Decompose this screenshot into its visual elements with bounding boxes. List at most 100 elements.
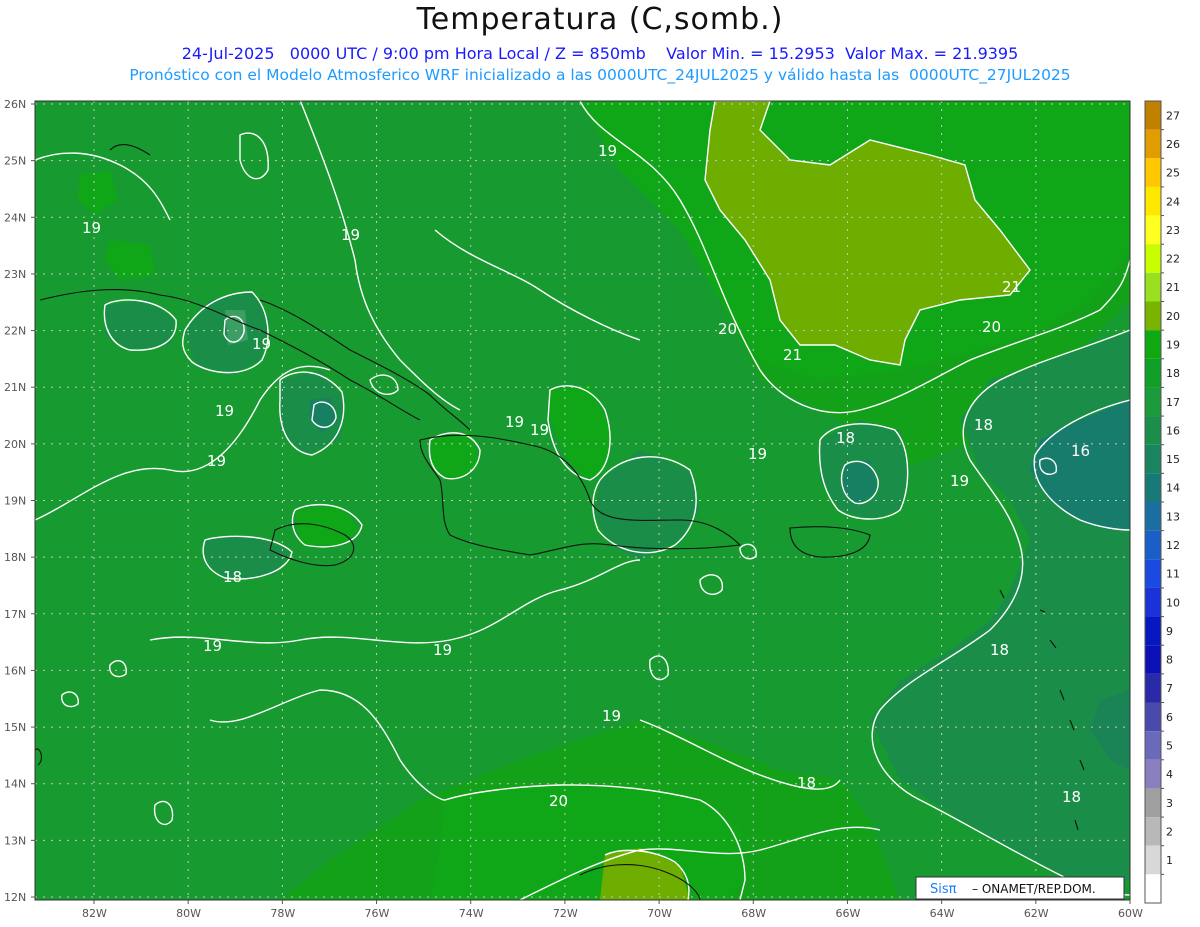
colorbar-label: 7	[1166, 682, 1173, 695]
colorbar-swatch	[1145, 759, 1161, 789]
credit-org: – ONAMET/REP.DOM.	[972, 882, 1096, 896]
colorbar-label: 25	[1166, 167, 1180, 180]
colorbar-swatch	[1145, 330, 1161, 359]
contour-label: 19	[602, 707, 621, 725]
colorbar-swatch	[1145, 416, 1161, 445]
colorbar-swatch	[1145, 215, 1161, 245]
lon-tick-label: 72W	[553, 907, 578, 920]
contour-label: 19	[748, 445, 767, 463]
contour-label: 18	[974, 416, 993, 434]
lon-tick-label: 60W	[1118, 907, 1143, 920]
lat-tick-label: 12N	[4, 891, 26, 904]
contour-label: 19	[215, 402, 234, 420]
colorbar-label: 4	[1166, 768, 1173, 781]
colorbar-swatch	[1145, 101, 1161, 130]
lat-tick-label: 13N	[4, 834, 26, 847]
lat-tick-label: 22N	[4, 325, 26, 338]
colorbar-swatch	[1145, 874, 1161, 903]
colorbar-label: 6	[1166, 711, 1173, 724]
lon-tick-label: 76W	[365, 907, 390, 920]
lat-tick-label: 16N	[4, 664, 26, 677]
colorbar-swatch	[1145, 530, 1161, 560]
contour-label: 21	[783, 346, 802, 364]
colorbar-label: 5	[1166, 739, 1173, 752]
colorbar-swatch	[1145, 158, 1161, 187]
credit-brand: Sisπ	[930, 882, 957, 897]
colorbar-swatch	[1145, 502, 1161, 531]
contour-label: 20	[718, 320, 737, 338]
lon-tick-label: 62W	[1024, 907, 1049, 920]
colorbar-swatch	[1145, 788, 1161, 818]
contour-label: 19	[82, 219, 101, 237]
contour-label: 21	[1002, 278, 1021, 296]
contour-label: 16	[1071, 442, 1090, 460]
colorbar-swatch	[1145, 272, 1161, 302]
colorbar-swatch	[1145, 444, 1161, 474]
colorbar-label: 1	[1166, 854, 1173, 867]
colorbar-swatch	[1145, 817, 1161, 846]
colorbar-swatch	[1145, 387, 1161, 417]
colorbar-swatch	[1145, 645, 1161, 674]
contour-label: 19	[950, 472, 969, 490]
colorbar-label: 17	[1166, 396, 1180, 409]
colorbar-swatch	[1145, 129, 1161, 159]
lat-tick-label: 23N	[4, 268, 26, 281]
contour-label: 20	[549, 792, 568, 810]
colorbar-label: 21	[1166, 281, 1180, 294]
colorbar-swatch	[1145, 587, 1161, 617]
contour-label: 19	[505, 413, 524, 431]
colorbar-swatch	[1145, 473, 1161, 502]
lon-tick-label: 80W	[176, 907, 201, 920]
colorbar-swatch	[1145, 358, 1161, 388]
contour-label: 19	[598, 142, 617, 160]
colorbar-swatch	[1145, 244, 1161, 273]
lon-tick-label: 66W	[835, 907, 860, 920]
contour-label: 19	[341, 226, 360, 244]
contour-label: 18	[1062, 788, 1081, 806]
colorbar: 2726252423222120191817161514131211109876…	[1144, 100, 1180, 904]
colorbar-label: 2	[1166, 825, 1173, 838]
colorbar-label: 23	[1166, 224, 1180, 237]
colorbar-swatch	[1145, 186, 1161, 216]
colorbar-swatch	[1145, 845, 1161, 875]
contour-label: 18	[223, 568, 242, 586]
colorbar-swatch	[1145, 673, 1161, 703]
colorbar-label: 20	[1166, 310, 1180, 323]
latitude-axis: 26N 25N 24N 23N 22N 21N 20N 19N 18N 17N 16N 15N 14N 1…	[4, 98, 35, 904]
longitude-axis: 82W 80W 78W 76W 74W 72W 70W 68W 66W 64W 62W 60W	[82, 900, 1143, 920]
lat-tick-label: 20N	[4, 438, 26, 451]
lat-tick-label: 18N	[4, 551, 26, 564]
lat-tick-label: 14N	[4, 778, 26, 791]
colorbar-swatch	[1145, 731, 1161, 760]
colorbar-swatch	[1145, 616, 1161, 646]
credit-box: Sisπ – ONAMET/REP.DOM.	[915, 876, 1125, 900]
lon-tick-label: 74W	[459, 907, 484, 920]
colorbar-label: 27	[1166, 109, 1180, 122]
lon-tick-label: 68W	[741, 907, 766, 920]
lat-tick-label: 24N	[4, 211, 26, 224]
contour-label: 20	[982, 318, 1001, 336]
colorbar-label: 24	[1166, 195, 1180, 208]
colorbar-label: 11	[1166, 568, 1180, 581]
lat-tick-label: 21N	[4, 381, 26, 394]
colorbar-label: 19	[1166, 338, 1180, 351]
colorbar-label: 18	[1166, 367, 1180, 380]
map-svg: 19 19 19 19 19 19 19 19 19 19 19 19 19 2…	[4, 98, 1180, 920]
colorbar-label: 13	[1166, 510, 1180, 523]
contour-label: 18	[990, 641, 1009, 659]
colorbar-swatch	[1145, 301, 1161, 331]
colorbar-label: 10	[1166, 596, 1180, 609]
lon-tick-label: 82W	[82, 907, 107, 920]
lat-tick-label: 15N	[4, 721, 26, 734]
colorbar-label: 16	[1166, 424, 1180, 437]
colorbar-swatch	[1145, 559, 1161, 588]
lat-tick-label: 26N	[4, 98, 26, 111]
contour-label: 19	[203, 637, 222, 655]
colorbar-label: 9	[1166, 625, 1173, 638]
colorbar-label: 14	[1166, 482, 1180, 495]
contour-label: 18	[836, 429, 855, 447]
colorbar-label: 12	[1166, 539, 1180, 552]
colorbar-swatch	[1145, 702, 1161, 732]
lat-tick-label: 17N	[4, 608, 26, 621]
lon-tick-label: 64W	[930, 907, 955, 920]
